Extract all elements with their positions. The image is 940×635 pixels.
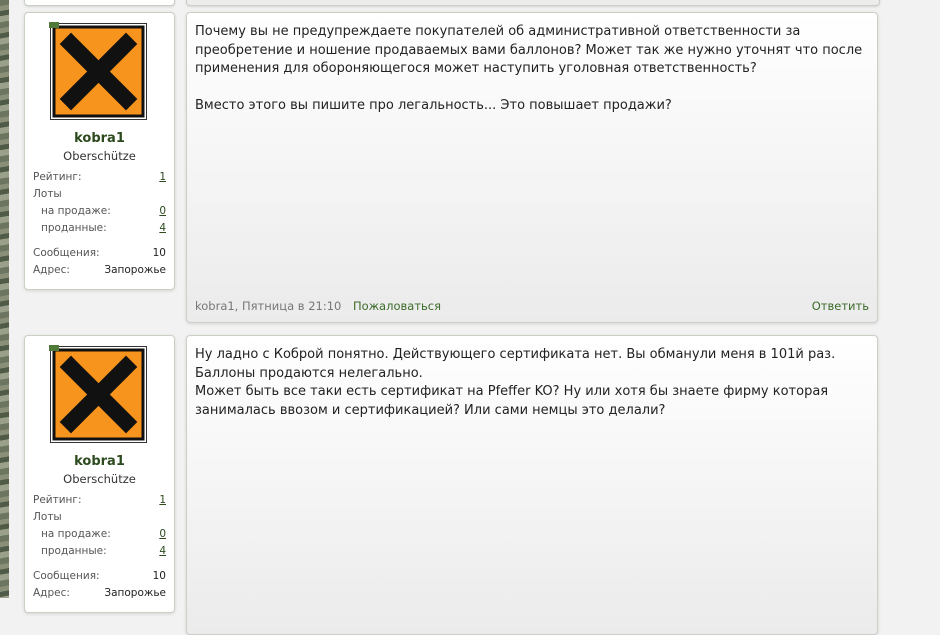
stat-sold: проданные: 4 (33, 544, 166, 558)
message-body: Ну ладно с Коброй понятно. Действующего … (186, 335, 878, 635)
messages-count: 10 (152, 570, 166, 582)
user-card: kobra1 Oberschütze Рейтинг: 1 Лоты на пр… (24, 12, 175, 290)
sold-link[interactable]: 4 (159, 221, 166, 235)
address-value: Запорожье (104, 264, 166, 276)
stat-label: на продаже: (41, 528, 111, 540)
reply-link[interactable]: Ответить (812, 298, 869, 314)
stat-label: проданные: (41, 222, 107, 234)
stat-label: Рейтинг: (33, 494, 82, 506)
stat-address: Адрес: Запорожье (33, 263, 166, 277)
message-footer: kobra1, Пятница в 21:10 Пожаловаться Отв… (195, 298, 869, 314)
stat-label: Лоты (33, 188, 62, 200)
stat-rating: Рейтинг: 1 (33, 170, 166, 184)
stat-lots: Лоты (33, 510, 166, 524)
messages-count: 10 (152, 247, 166, 259)
stat-label: на продаже: (41, 205, 111, 217)
previous-post-message-edge (186, 0, 880, 6)
stat-rating: Рейтинг: 1 (33, 493, 166, 507)
user-card: kobra1 Oberschütze Рейтинг: 1 Лоты на пр… (24, 335, 175, 613)
stat-for-sale: на продаже: 0 (33, 204, 166, 218)
stat-label: Адрес: (33, 264, 70, 276)
stat-label: Лоты (33, 511, 62, 523)
avatar[interactable] (49, 22, 147, 120)
stat-lots: Лоты (33, 187, 166, 201)
stat-for-sale: на продаже: 0 (33, 527, 166, 541)
user-rank-title: Oberschütze (63, 149, 136, 163)
report-link[interactable]: Пожаловаться (353, 299, 441, 313)
hazard-x-icon (52, 348, 145, 441)
stat-messages: Сообщения: 10 (33, 569, 166, 583)
avatar-tab (49, 345, 59, 351)
avatar-tab (49, 22, 59, 28)
stat-label: проданные: (41, 545, 107, 557)
for-sale-link[interactable]: 0 (159, 204, 166, 218)
sold-link[interactable]: 4 (159, 544, 166, 558)
message-text: Ну ладно с Коброй понятно. Действующего … (195, 347, 836, 418)
username-link[interactable]: kobra1 (25, 454, 174, 469)
rating-link[interactable]: 1 (159, 493, 166, 507)
stat-label: Сообщения: (33, 247, 100, 259)
post-meta: kobra1, Пятница в 21:10 (195, 299, 342, 313)
user-rank-title: Oberschütze (63, 472, 136, 486)
stat-label: Рейтинг: (33, 171, 82, 183)
stat-label: Сообщения: (33, 570, 100, 582)
page-background-edge (0, 0, 9, 598)
for-sale-link[interactable]: 0 (159, 527, 166, 541)
previous-post-user-card-edge (24, 0, 175, 6)
hazard-x-icon (52, 25, 145, 118)
message-body: Почему вы не предупреждаете покупателей … (186, 12, 878, 323)
stat-messages: Сообщения: 10 (33, 246, 166, 260)
username-link[interactable]: kobra1 (25, 131, 174, 146)
stat-sold: проданные: 4 (33, 221, 166, 235)
rating-link[interactable]: 1 (159, 170, 166, 184)
message-text: Почему вы не предупреждаете покупателей … (195, 24, 863, 113)
avatar[interactable] (49, 345, 147, 443)
